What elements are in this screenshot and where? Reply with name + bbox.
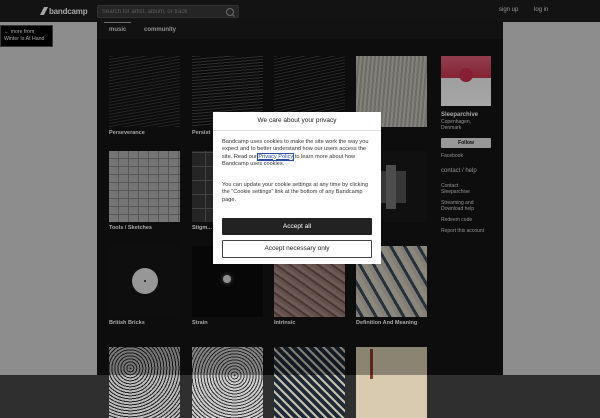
dialog-title: We care about your privacy bbox=[213, 112, 381, 131]
dialog-paragraph-1: Bandcamp uses cookies to make the site w… bbox=[222, 139, 374, 168]
dialog-paragraph-2: You can update your cookie settings at a… bbox=[222, 182, 368, 203]
cookie-consent-dialog: We care about your privacy Bandcamp uses… bbox=[213, 112, 381, 264]
accept-necessary-button[interactable]: Accept necessary only bbox=[222, 240, 372, 258]
privacy-policy-link[interactable]: Privacy Policy bbox=[257, 152, 295, 161]
accept-all-button[interactable]: Accept all bbox=[222, 218, 372, 235]
